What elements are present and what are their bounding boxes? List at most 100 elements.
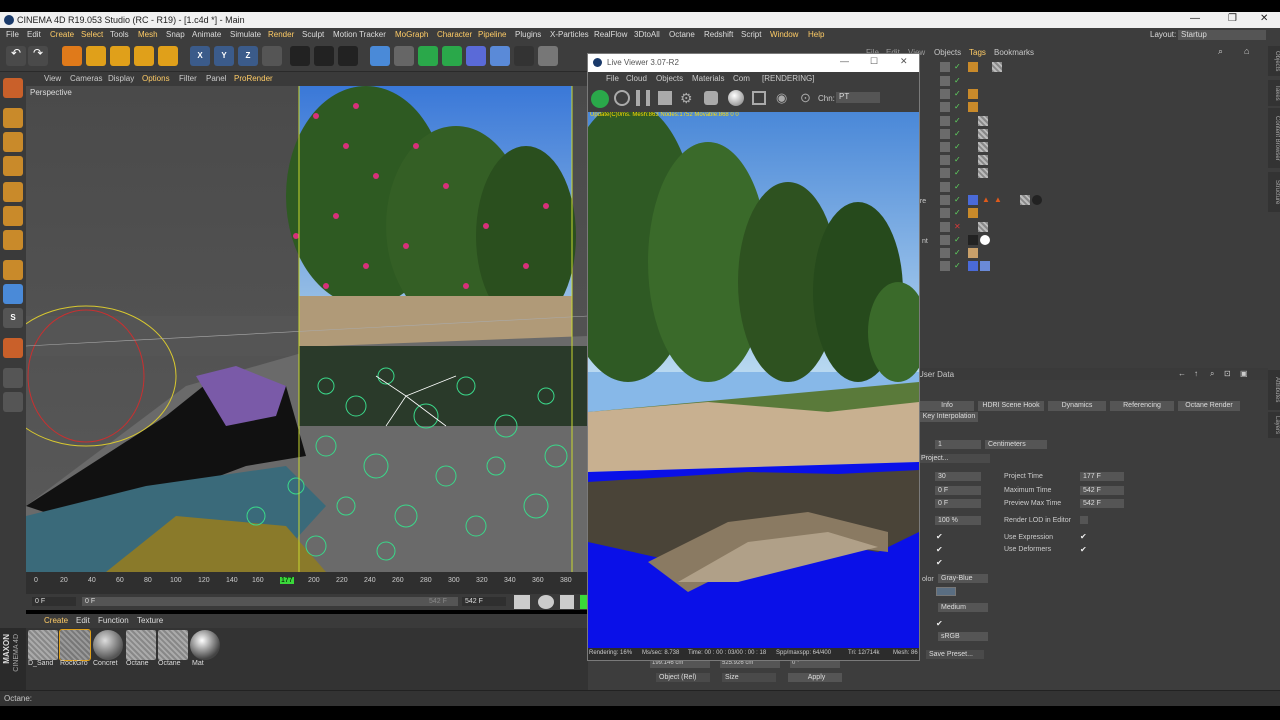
tag-icon[interactable] — [968, 102, 978, 112]
tag-icon[interactable] — [968, 208, 978, 218]
fps-field[interactable]: 30 — [935, 472, 981, 481]
menu-snap[interactable]: Snap — [166, 30, 185, 39]
channel-select[interactable]: PT — [836, 92, 880, 103]
camera-icon[interactable] — [514, 46, 534, 66]
layer-icon[interactable] — [940, 182, 950, 192]
material-tag-icon[interactable] — [978, 142, 988, 152]
restart-icon[interactable] — [614, 90, 630, 106]
deformer-icon[interactable] — [466, 46, 486, 66]
texture-mode-icon[interactable] — [3, 132, 23, 152]
material-tag-icon[interactable] — [1032, 195, 1042, 205]
material-swatch[interactable] — [158, 630, 188, 660]
timeline-current-frame[interactable]: 177 — [280, 577, 294, 584]
enabled-check-icon[interactable]: ✓ — [954, 168, 961, 177]
tag-icon[interactable] — [980, 235, 990, 245]
object-row[interactable]: ✓ — [938, 155, 1268, 167]
lock-icon[interactable]: ⊡ — [1224, 369, 1231, 378]
viewport-menu-cameras[interactable]: Cameras — [70, 74, 102, 83]
lock-icon[interactable] — [3, 368, 23, 388]
material-swatch[interactable] — [190, 630, 220, 660]
use-deformers-checkbox[interactable]: ✔ — [1080, 545, 1087, 554]
menu-mesh[interactable]: Mesh — [138, 30, 158, 39]
material-tag-icon[interactable] — [1020, 195, 1030, 205]
coordinate-system-icon[interactable] — [262, 46, 282, 66]
save-preset-button[interactable]: Save Preset... — [926, 650, 984, 659]
go-to-start-icon[interactable] — [514, 595, 530, 609]
end-frame-field[interactable]: 542 F — [462, 597, 506, 606]
material-tag-icon[interactable] — [978, 155, 988, 165]
axis-mode-icon[interactable] — [3, 260, 23, 280]
enabled-check-icon[interactable]: ✓ — [954, 195, 961, 204]
object-row[interactable]: ✓ — [938, 102, 1268, 114]
lv-menu-cloud[interactable]: Cloud — [626, 74, 647, 83]
checkbox-check-icon[interactable]: ✔ — [936, 558, 943, 567]
menu-tools[interactable]: Tools — [110, 30, 129, 39]
object-row[interactable]: ✓ — [938, 182, 1268, 194]
record-icon[interactable] — [538, 595, 554, 609]
tag-icon[interactable] — [980, 261, 990, 271]
close-icon[interactable]: ✕ — [900, 56, 908, 67]
enabled-check-icon[interactable]: ✓ — [954, 155, 961, 164]
x-axis-icon[interactable]: X — [190, 46, 210, 66]
coord-field-1[interactable]: 199.146 cm — [650, 660, 710, 668]
menu-motion-tracker[interactable]: Motion Tracker — [333, 30, 386, 39]
menu-simulate[interactable]: Simulate — [230, 30, 261, 39]
rotate-tool-icon[interactable] — [134, 46, 154, 66]
menu-animate[interactable]: Animate — [192, 30, 221, 39]
viewport-menu-display[interactable]: Display — [108, 74, 134, 83]
lv-menu-objects[interactable]: Objects — [656, 74, 683, 83]
menu-realflow[interactable]: RealFlow — [594, 30, 627, 39]
light-icon[interactable] — [538, 46, 558, 66]
live-viewer-window[interactable]: Live Viewer 3.07-R2 — ☐ ✕ File Cloud Obj… — [587, 53, 920, 661]
material-swatch[interactable] — [28, 630, 58, 660]
object-row[interactable]: ✓ — [938, 261, 1268, 273]
tag-icon[interactable] — [968, 248, 978, 258]
workplane-icon[interactable] — [3, 156, 23, 176]
edges-mode-icon[interactable] — [3, 206, 23, 226]
layer-icon[interactable] — [940, 235, 950, 245]
z-axis-icon[interactable]: Z — [238, 46, 258, 66]
tag-icon[interactable] — [968, 195, 978, 205]
stop-icon[interactable] — [658, 91, 672, 105]
make-editable-icon[interactable] — [3, 78, 23, 98]
close-icon[interactable]: ✕ — [1260, 13, 1268, 24]
menu-file[interactable]: File — [6, 30, 19, 39]
scale-field[interactable]: 1 — [935, 440, 981, 449]
nav-back-icon[interactable]: ← — [1178, 369, 1186, 378]
menu-sculpt[interactable]: Sculpt — [302, 30, 324, 39]
menu-help[interactable]: Help — [808, 30, 824, 39]
tab-referencing[interactable]: Referencing — [1110, 401, 1174, 411]
frame-range-slider[interactable]: 0 F — [82, 597, 458, 606]
menu-plugins[interactable]: Plugins — [515, 30, 541, 39]
layer-icon[interactable] — [940, 261, 950, 271]
warning-tag-icon[interactable]: ▲ — [994, 195, 1002, 204]
viewport-menu-filter[interactable]: Filter — [179, 74, 197, 83]
apply-button[interactable]: Apply — [788, 673, 842, 682]
menu-octane[interactable]: Octane — [669, 30, 695, 39]
enabled-check-icon[interactable]: ✓ — [954, 261, 961, 270]
disabled-x-icon[interactable]: ✕ — [954, 222, 961, 231]
material-tag-icon[interactable] — [992, 62, 1002, 72]
material-ball-icon[interactable] — [728, 90, 744, 106]
grid-icon[interactable] — [3, 392, 23, 412]
menu-create[interactable]: Create — [50, 30, 74, 39]
enabled-check-icon[interactable]: ✓ — [954, 235, 961, 244]
object-row[interactable]: ✓ — [938, 62, 1268, 74]
coord-mode-select[interactable]: Object (Rel) — [656, 673, 710, 682]
model-mode-icon[interactable] — [3, 108, 23, 128]
cloner-icon[interactable] — [442, 46, 462, 66]
enabled-check-icon[interactable]: ✓ — [954, 116, 961, 125]
menu-render[interactable]: Render — [268, 30, 294, 39]
mat-menu-texture[interactable]: Texture — [137, 616, 163, 625]
quality-select[interactable]: Medium — [938, 603, 988, 612]
polygons-mode-icon[interactable] — [3, 230, 23, 250]
new-window-icon[interactable]: ▣ — [1240, 369, 1248, 378]
warning-tag-icon[interactable]: ▲ — [982, 195, 990, 204]
color-select[interactable]: Gray-Blue — [938, 574, 988, 583]
project-button[interactable]: Project... — [918, 454, 990, 463]
nav-up-icon[interactable]: ↑ — [1194, 369, 1198, 378]
side-tab-layers[interactable]: Layers — [1268, 412, 1280, 438]
enabled-check-icon[interactable]: ✓ — [954, 208, 961, 217]
om-menu-bookmarks[interactable]: Bookmarks — [994, 48, 1034, 57]
use-expression-checkbox[interactable]: ✔ — [1080, 532, 1087, 541]
